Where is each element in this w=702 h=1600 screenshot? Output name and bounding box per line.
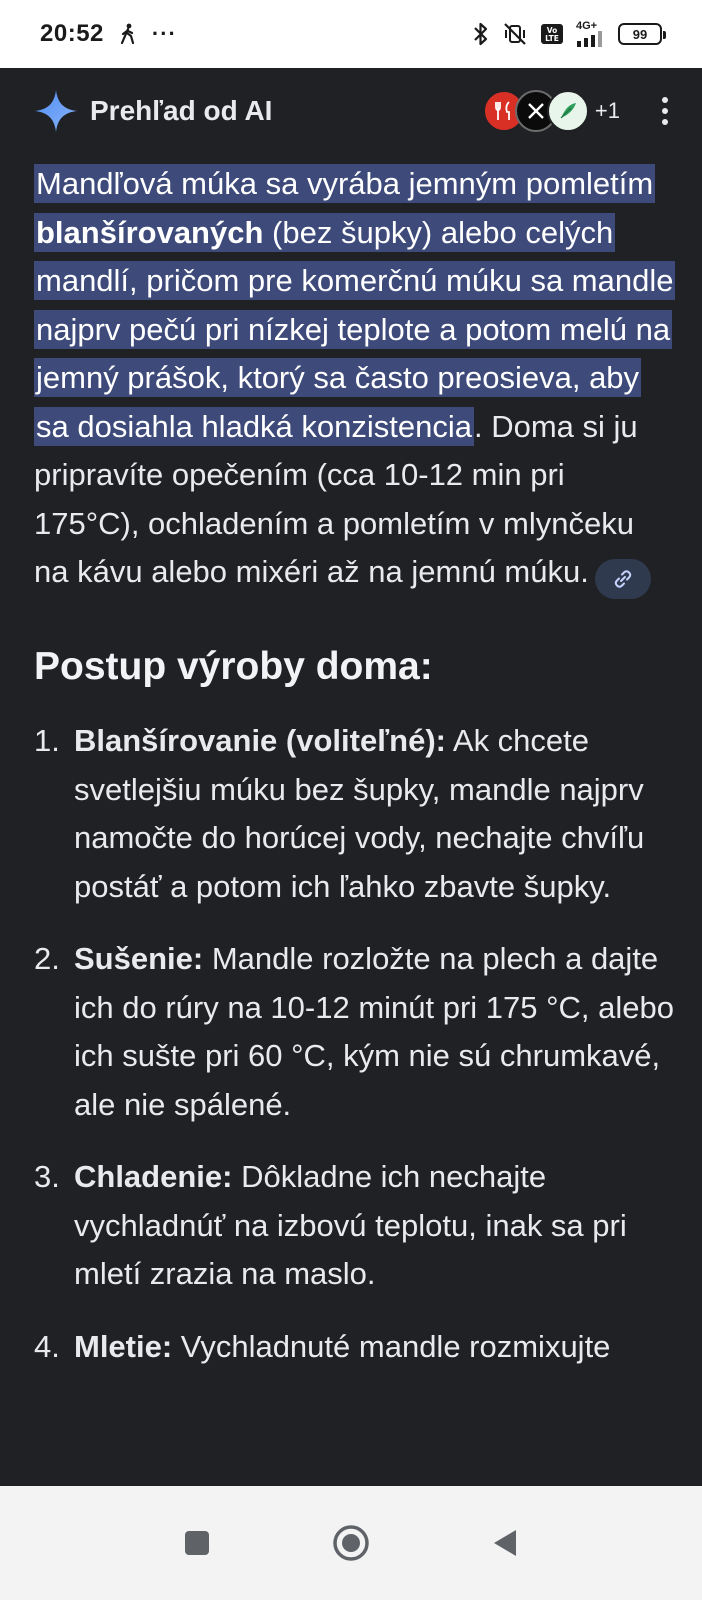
status-time: 20:52	[40, 20, 104, 47]
ai-overview-header: Prehľad od AI +1	[0, 68, 702, 154]
step-title: Sušenie:	[74, 941, 204, 976]
network-type-label: 4G+	[576, 20, 598, 32]
step-item: 2. Sušenie: Mandle rozložte na plech a d…	[34, 935, 674, 1129]
step-item: 1. Blanšírovanie (voliteľné): Ak chcete …	[34, 717, 674, 911]
source-avatars[interactable]	[482, 90, 589, 132]
recents-square-icon[interactable]	[167, 1513, 227, 1573]
scroll-fade	[0, 1440, 702, 1486]
step-number: 2.	[34, 941, 60, 976]
section-heading: Postup výroby doma:	[34, 645, 433, 688]
screen: 20:52 ··· Vo LTE 4G+ 99 Prehľad od AI +1…	[0, 0, 702, 1600]
link-icon	[614, 570, 632, 588]
step-number: 3.	[34, 1159, 60, 1194]
step-number: 4.	[34, 1328, 60, 1364]
summary-highlight-bold: blanšírovaných	[36, 214, 264, 250]
step-title: Mletie:	[74, 1328, 173, 1364]
steps-list: 1. Blanšírovanie (voliteľné): Ak chcete …	[34, 717, 674, 1371]
source-avatar-green[interactable]	[546, 90, 589, 132]
status-bar: 20:52 ··· Vo LTE 4G+ 99	[0, 0, 702, 68]
step-item: 3. Chladenie: Dôkladne ich nechajte vych…	[34, 1153, 674, 1299]
svg-text:LTE: LTE	[545, 34, 559, 43]
source-link-button[interactable]	[594, 559, 651, 599]
step-title: Chladenie:	[74, 1159, 233, 1194]
volte-icon: Vo LTE	[540, 23, 564, 45]
summary-highlight[interactable]: Mandľová múka sa vyrába jemným pomletím …	[34, 164, 676, 446]
back-triangle-icon[interactable]	[475, 1513, 535, 1573]
extra-sources-count[interactable]: +1	[595, 98, 620, 124]
step-body: Mletie: Vychladnuté mandle rozmixujte	[74, 1323, 674, 1372]
status-right: Vo LTE 4G+ 99	[472, 21, 666, 47]
step-number: 1.	[34, 723, 60, 758]
more-options-icon[interactable]	[660, 97, 670, 125]
system-nav-bar	[0, 1486, 702, 1600]
step-body: Sušenie: Mandle rozložte na plech a dajt…	[74, 935, 674, 1129]
step-text: Vychladnuté mandle rozmixujte	[172, 1328, 611, 1364]
step-title: Blanšírovanie (voliteľné):	[74, 723, 446, 758]
status-more-indicator: ···	[151, 21, 177, 46]
battery-indicator: 99	[618, 23, 666, 45]
ai-overview-content: Mandľová múka sa vyrába jemným pomletím …	[34, 160, 676, 1395]
step-body: Blanšírovanie (voliteľné): Ak chcete sve…	[74, 717, 674, 911]
ai-overview-title: Prehľad od AI	[90, 95, 273, 126]
home-circle-icon[interactable]	[321, 1513, 381, 1573]
bluetooth-icon	[472, 21, 490, 47]
vibrate-off-icon	[502, 21, 528, 47]
step-body: Chladenie: Dôkladne ich nechajte vychlad…	[74, 1153, 674, 1299]
summary-paragraph: Mandľová múka sa vyrába jemným pomletím …	[34, 160, 676, 599]
summary-highlight-text-1: Mandľová múka sa vyrába jemným pomletím	[36, 166, 654, 201]
gemini-sparkle-icon	[34, 89, 78, 133]
status-left: 20:52 ···	[40, 20, 177, 48]
walking-person-icon	[118, 23, 138, 45]
signal-icon: 4G+	[576, 21, 606, 47]
step-item: 4. Mletie: Vychladnuté mandle rozmixujte	[34, 1323, 674, 1372]
